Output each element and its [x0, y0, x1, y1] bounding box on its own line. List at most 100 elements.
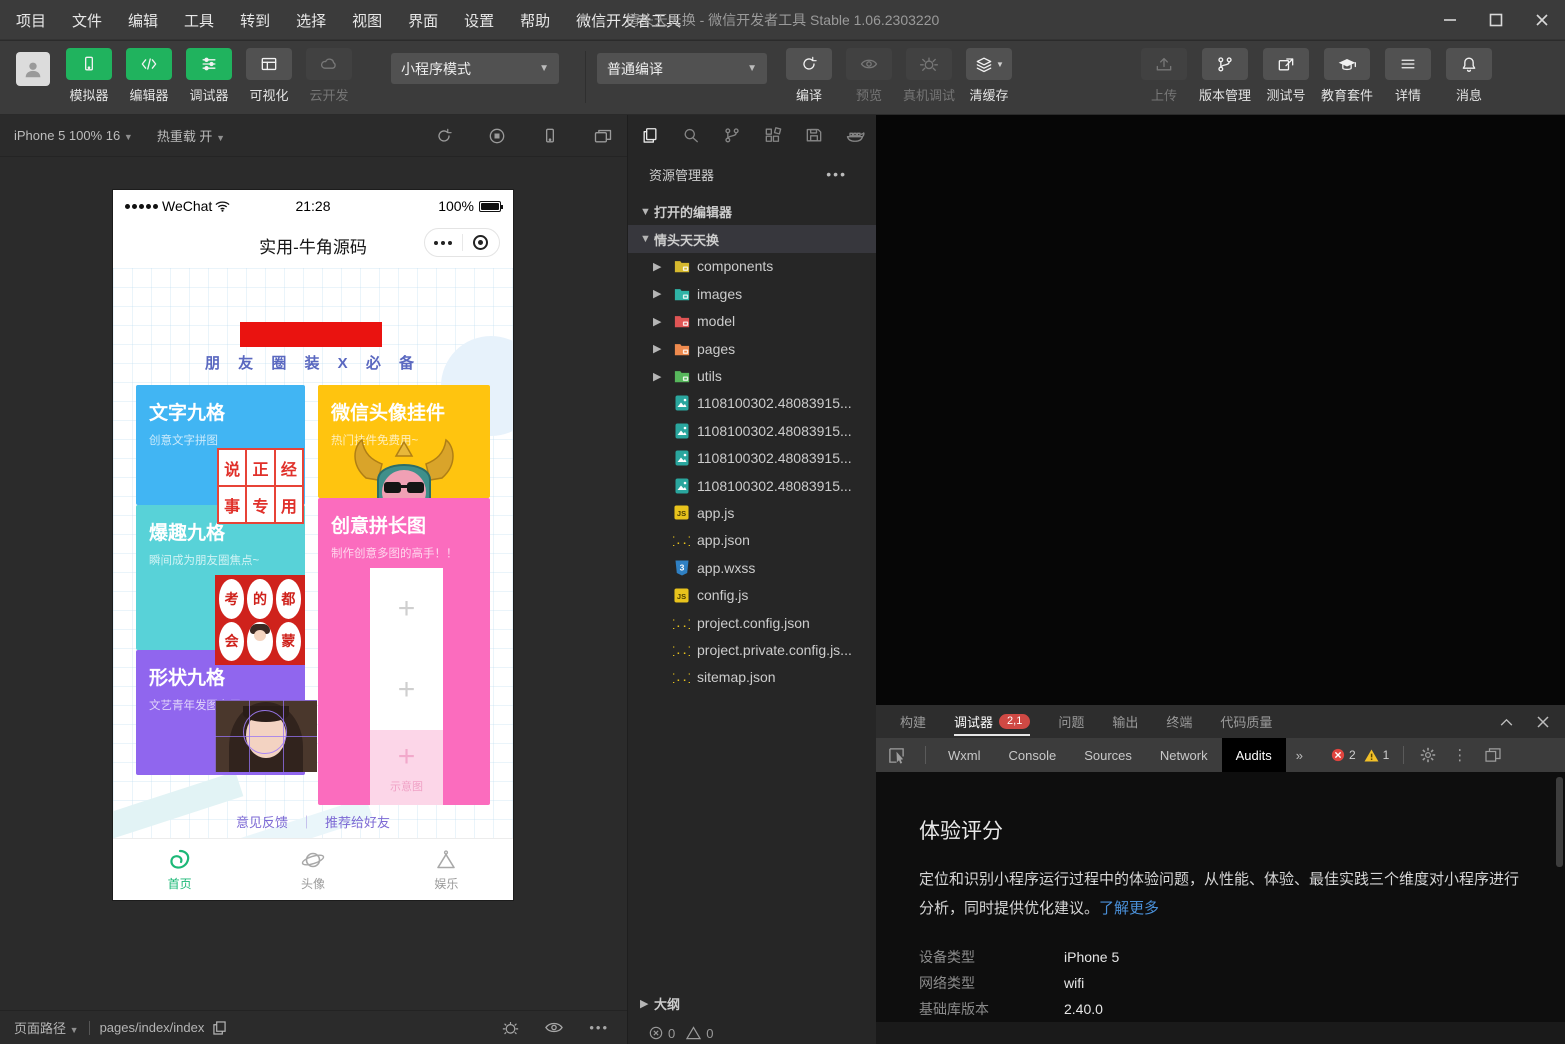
scrollbar[interactable] — [1556, 775, 1563, 1020]
menu-工具[interactable]: 工具 — [184, 10, 214, 31]
close-icon[interactable] — [1537, 716, 1549, 728]
vconsole-bug-icon[interactable] — [502, 1020, 519, 1036]
undock-icon[interactable] — [1475, 748, 1511, 762]
outline-section[interactable]: ▶ 大纲 — [628, 990, 877, 1017]
tree-folder-pages[interactable]: ▶pages — [628, 335, 877, 362]
menu-视图[interactable]: 视图 — [352, 10, 382, 31]
blocks-icon[interactable] — [763, 126, 783, 144]
maximize-button[interactable] — [1473, 0, 1519, 40]
capsule-menu[interactable] — [424, 228, 500, 257]
card-avatar-widget[interactable]: 微信头像挂件 热门挂件免费用~ — [318, 385, 490, 498]
user-avatar[interactable] — [16, 52, 50, 86]
devtools-tab-wxml[interactable]: Wxml — [934, 738, 995, 772]
debugger-tab-构建[interactable]: 构建 — [900, 705, 926, 738]
compile-select[interactable]: 普通编译▼ — [597, 53, 767, 84]
debugger-tab-问题[interactable]: 问题 — [1058, 705, 1084, 738]
top-banner-image[interactable] — [240, 322, 382, 347]
minimize-button[interactable] — [1427, 0, 1473, 40]
tree-section-情头天天换[interactable]: ▼情头天天换 — [628, 225, 877, 252]
preview-eye-icon[interactable] — [545, 1021, 563, 1034]
page-path-selector[interactable]: 页面路径 ▼ — [14, 1018, 79, 1037]
console-error-summary[interactable]: 2 1 — [1331, 748, 1389, 762]
branch-icon[interactable] — [722, 126, 742, 144]
tree-file-app.json[interactable]: {..}app.json — [628, 527, 877, 554]
more-tabs-icon[interactable]: » — [1286, 748, 1313, 763]
card-long-image[interactable]: 创意拼长图 制作创意多图的高手！！ ++ + 示意图 — [318, 498, 490, 805]
close-target-icon[interactable] — [463, 235, 500, 250]
toolbar-button-测试号[interactable]: 测试号 — [1260, 48, 1312, 104]
windows-icon[interactable] — [593, 127, 613, 145]
recommend-link[interactable]: 推荐给好友 — [325, 812, 390, 831]
toolbar-button-可视化[interactable]: 可视化 — [239, 48, 299, 104]
hot-reload-toggle[interactable]: 热重载 开 ▼ — [157, 126, 225, 145]
copy-path-icon[interactable] — [213, 1021, 226, 1035]
phone-preview[interactable]: WeChat 21:28 100% 实用-牛角源码 — [113, 190, 513, 900]
devtools-tab-audits[interactable]: Audits — [1222, 738, 1286, 772]
tree-file-sitemap.json[interactable]: {..}sitemap.json — [628, 664, 877, 691]
tree-folder-utils[interactable]: ▶utils — [628, 362, 877, 389]
toolbar-button-模拟器[interactable]: 模拟器 — [59, 48, 119, 104]
phone-tab-头像[interactable]: 头像 — [246, 839, 379, 900]
tree-file-1108100302.48083915...[interactable]: 1108100302.48083915... — [628, 445, 877, 472]
feedback-link[interactable]: 意见反馈 — [236, 812, 288, 831]
device-selector[interactable]: iPhone 5 100% 16 ▼ — [14, 128, 133, 143]
menu-微信开发者工具[interactable]: 微信开发者工具 — [576, 10, 681, 31]
refresh-icon[interactable] — [434, 127, 454, 145]
menu-文件[interactable]: 文件 — [72, 10, 102, 31]
phone-tab-首页[interactable]: 首页 — [113, 839, 246, 900]
tree-folder-components[interactable]: ▶components — [628, 253, 877, 280]
debugger-tab-输出[interactable]: 输出 — [1112, 705, 1138, 738]
menu-设置[interactable]: 设置 — [464, 10, 494, 31]
toolbar-button-教育套件[interactable]: 教育套件 — [1321, 48, 1373, 104]
mode-select[interactable]: 小程序模式▼ — [391, 53, 559, 84]
whale-icon[interactable] — [845, 126, 865, 144]
menu-选择[interactable]: 选择 — [296, 10, 326, 31]
problems-summary[interactable]: 0 0 — [628, 1020, 877, 1044]
tree-file-1108100302.48083915...[interactable]: 1108100302.48083915... — [628, 417, 877, 444]
menu-转到[interactable]: 转到 — [240, 10, 270, 31]
tree-file-app.js[interactable]: JSapp.js — [628, 499, 877, 526]
phone-tab-娱乐[interactable]: 娱乐 — [380, 839, 513, 900]
learn-more-link[interactable]: 了解更多 — [1099, 900, 1159, 917]
phone-icon[interactable] — [540, 127, 560, 145]
inspect-element-icon[interactable] — [876, 747, 917, 764]
external-icon — [1263, 48, 1309, 80]
close-button[interactable] — [1519, 0, 1565, 40]
settings-gear-icon[interactable] — [1412, 747, 1444, 763]
toolbar-button-清缓存[interactable]: ▼ 清缓存 — [963, 48, 1015, 104]
files-icon[interactable] — [640, 126, 660, 144]
tree-section-打开的编辑器[interactable]: ▼打开的编辑器 — [628, 198, 877, 225]
devtools-tab-sources[interactable]: Sources — [1070, 738, 1146, 772]
collapse-up-icon[interactable] — [1500, 718, 1513, 726]
tree-file-project.config.json[interactable]: {..}project.config.json — [628, 609, 877, 636]
toolbar-button-版本管理[interactable]: 版本管理 — [1199, 48, 1251, 104]
tree-folder-model[interactable]: ▶model — [628, 308, 877, 335]
more-actions-icon[interactable]: ••• — [826, 166, 847, 182]
menu-编辑[interactable]: 编辑 — [128, 10, 158, 31]
menu-项目[interactable]: 项目 — [16, 10, 46, 31]
debugger-tab-终端[interactable]: 终端 — [1166, 705, 1192, 738]
tree-file-app.wxss[interactable]: 3app.wxss — [628, 554, 877, 581]
stop-icon[interactable] — [487, 127, 507, 145]
tree-file-1108100302.48083915...[interactable]: 1108100302.48083915... — [628, 472, 877, 499]
devtools-tab-network[interactable]: Network — [1146, 738, 1222, 772]
save-icon[interactable] — [804, 126, 824, 144]
search-icon[interactable] — [681, 126, 701, 144]
tree-file-config.js[interactable]: JSconfig.js — [628, 581, 877, 608]
more-actions-icon[interactable]: ••• — [589, 1020, 609, 1035]
tree-file-project.private.config.js...[interactable]: {..}project.private.config.js... — [628, 636, 877, 663]
debugger-tab-调试器[interactable]: 调试器2,1 — [954, 705, 1030, 738]
kebab-menu-icon[interactable]: ⋮ — [1444, 746, 1475, 764]
more-dots-icon[interactable] — [425, 241, 462, 245]
toolbar-button-调试器[interactable]: 调试器 — [179, 48, 239, 104]
devtools-tab-console[interactable]: Console — [995, 738, 1071, 772]
tree-file-1108100302.48083915...[interactable]: 1108100302.48083915... — [628, 390, 877, 417]
toolbar-button-编译[interactable]: 编译 — [783, 48, 835, 104]
toolbar-button-详情[interactable]: 详情 — [1382, 48, 1434, 104]
debugger-tab-代码质量[interactable]: 代码质量 — [1220, 705, 1272, 738]
toolbar-button-消息[interactable]: 消息 — [1443, 48, 1495, 104]
menu-帮助[interactable]: 帮助 — [520, 10, 550, 31]
tree-folder-images[interactable]: ▶images — [628, 280, 877, 307]
menu-界面[interactable]: 界面 — [408, 10, 438, 31]
toolbar-button-编辑器[interactable]: 编辑器 — [119, 48, 179, 104]
